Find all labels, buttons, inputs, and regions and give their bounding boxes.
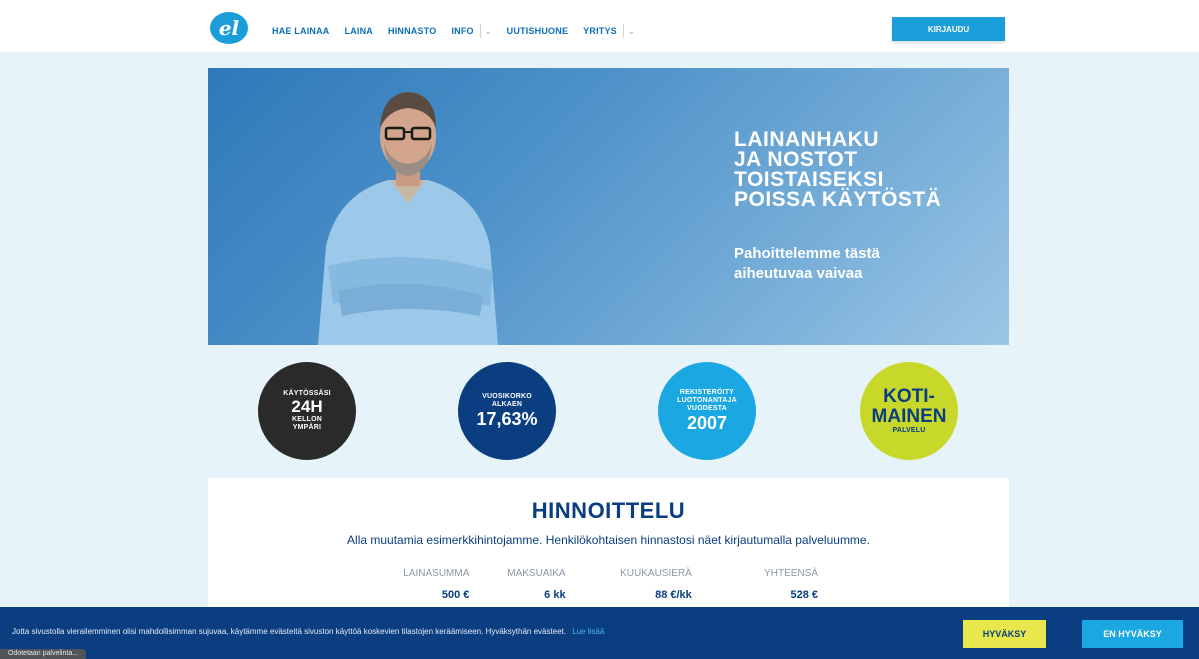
login-button[interactable]: KIRJAUDU <box>892 17 1005 41</box>
feature-domestic: KOTI- MAINEN PALVELU <box>860 362 958 460</box>
table-row: 500 € 6 kk 88 €/kk 528 € <box>378 589 848 601</box>
pricing-description: Alla muutamia esimerkkihintojamme. Henki… <box>347 533 870 547</box>
nav-divider <box>622 24 624 38</box>
feature-value: MAINEN <box>871 406 947 427</box>
feature-interest-rate: VUOSIKORKO ALKAEN 17,63% <box>458 362 556 460</box>
feature-value: 24H <box>291 397 323 416</box>
site-header: el HAE LAINAA LAINA HINNASTO INFO ⌄ UUTI… <box>0 0 1199 52</box>
table-cell: 88 €/kk <box>655 589 692 601</box>
table-cell: 500 € <box>441 589 470 601</box>
feature-label: REKISTERÖITY <box>679 389 735 396</box>
nav-info-label: INFO <box>451 26 474 36</box>
nav-laina[interactable]: LAINA <box>345 26 374 36</box>
hero-subtitle-line: Pahoittelemme tästä <box>734 245 880 262</box>
feature-value: 2007 <box>686 413 728 433</box>
nav-info[interactable]: INFO ⌄ <box>451 24 491 38</box>
nav-yritys-label: YRITYS <box>583 26 617 36</box>
pricing-table-header: LAINASUMMA MAKSUAIKA KUUKAUSIERÄ YHTEENS… <box>378 568 848 579</box>
chevron-down-icon[interactable]: ⌄ <box>628 27 635 36</box>
decline-cookies-button[interactable]: EN HYVÄKSY <box>1082 620 1183 648</box>
nav-hinnasto[interactable]: HINNASTO <box>388 26 436 36</box>
hero-title: LAINANHAKU JA NOSTOT TOISTAISEKSI POISSA… <box>734 128 994 211</box>
pricing-section: HINNOITTELU Alla muutamia esimerkkihinto… <box>208 478 1009 618</box>
hero-title-line: TOISTAISEKSI <box>734 168 884 191</box>
feature-label: VUOSIKORKO <box>482 393 532 400</box>
hero-title-line: LAINANHAKU <box>734 128 879 151</box>
table-cell: 528 € <box>790 589 818 601</box>
pricing-title: HINNOITTELU <box>531 498 686 523</box>
feature-24h: KÄYTÖSSÄSI 24H KELLON YMPÄRI <box>258 362 356 460</box>
feature-label: ALKAEN <box>491 401 523 408</box>
feature-value: 17,63% <box>476 409 538 429</box>
nav-divider <box>479 24 481 38</box>
column-header: MAKSUAIKA <box>507 568 566 579</box>
feature-label: PALVELU <box>892 427 926 434</box>
hero-subtitle: Pahoittelemme tästä aiheutuvaa vaivaa <box>734 244 974 284</box>
cookie-text: Jotta sivustolla vierailemminen olisi ma… <box>12 627 604 636</box>
cookie-message: Jotta sivustolla vierailemminen olisi ma… <box>12 627 567 636</box>
feature-label: LUOTONANTAJA <box>677 397 737 404</box>
cookie-read-more-link[interactable]: Lue lisää <box>572 627 604 636</box>
nav-hae-lainaa[interactable]: HAE LAINAA <box>272 26 330 36</box>
cookie-banner: Jotta sivustolla vierailemminen olisi ma… <box>0 607 1199 659</box>
hero-title-line: POISSA KÄYTÖSTÄ <box>734 188 942 211</box>
accept-cookies-button[interactable]: HYVÄKSY <box>963 620 1046 648</box>
hero-title-line: JA NOSTOT <box>734 148 858 171</box>
hero-subtitle-line: aiheutuvaa vaivaa <box>734 265 863 282</box>
chevron-down-icon[interactable]: ⌄ <box>485 27 492 36</box>
nav-uutishuone[interactable]: UUTISHUONE <box>507 26 569 36</box>
hero-banner: LAINANHAKU JA NOSTOT TOISTAISEKSI POISSA… <box>208 68 1009 345</box>
feature-label: YMPÄRI <box>292 424 322 431</box>
feature-label: VUODESTA <box>687 405 727 412</box>
feature-value: KOTI- <box>883 386 935 407</box>
column-header: YHTEENSÄ <box>764 568 818 579</box>
table-cell: 6 kk <box>544 589 566 601</box>
pricing-table: LAINASUMMA MAKSUAIKA KUUKAUSIERÄ YHTEENS… <box>378 568 848 601</box>
feature-registered: REKISTERÖITY LUOTONANTAJA VUODESTA 2007 <box>658 362 756 460</box>
column-header: LAINASUMMA <box>403 568 470 579</box>
feature-label: KELLON <box>292 416 322 423</box>
column-header: KUUKAUSIERÄ <box>620 568 692 579</box>
nav-yritys[interactable]: YRITYS ⌄ <box>583 24 635 38</box>
browser-status-bar: Odotetaan palvelinta... <box>0 649 87 659</box>
logo[interactable]: el <box>210 12 248 44</box>
hero-person-image <box>318 92 498 345</box>
main-nav: HAE LAINAA LAINA HINNASTO INFO ⌄ UUTISHU… <box>272 24 650 38</box>
